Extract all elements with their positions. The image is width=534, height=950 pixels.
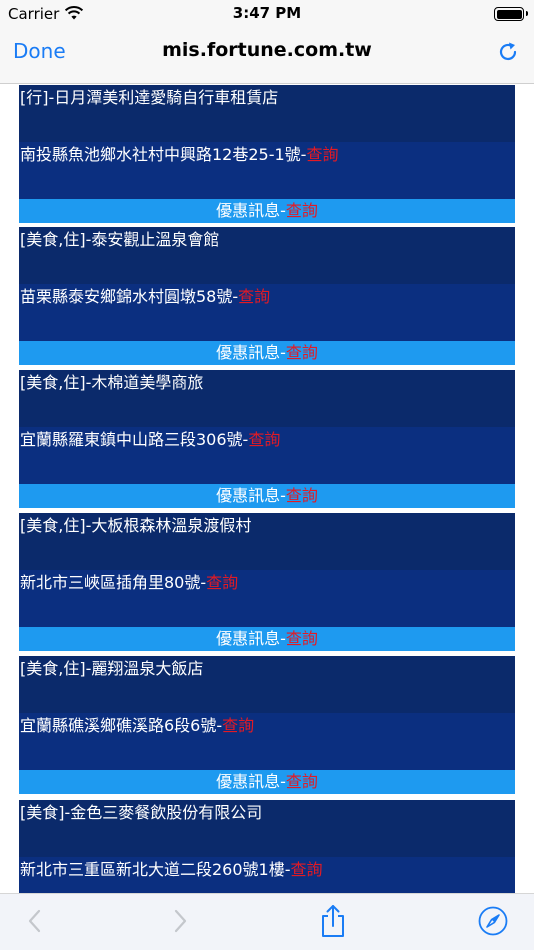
status-bar: Carrier 3:47 PM [0,0,534,28]
promo-query-link[interactable]: 查詢 [286,772,318,791]
listing-address: 宜蘭縣礁溪鄉礁溪路6段6號-查詢 [19,713,515,770]
browser-toolbar [0,893,534,950]
promo-query-link[interactable]: 查詢 [286,201,318,220]
listing-address: 宜蘭縣羅東鎮中山路三段306號-查詢 [19,427,515,484]
listing-address: 新北市三峽區插角里80號-查詢 [19,570,515,627]
address-query-link[interactable]: 查詢 [222,716,254,735]
chevron-left-icon[interactable] [20,906,50,936]
listing-address: 南投縣魚池鄉水社村中興路12巷25-1號-查詢 [19,142,515,199]
share-icon[interactable] [318,904,348,938]
address-query-link[interactable]: 查詢 [238,287,270,306]
listing-address: 苗栗縣泰安鄉錦水村圓墩58號-查詢 [19,284,515,341]
promo-row: 優惠訊息-查詢 [19,627,515,653]
battery-icon [494,7,528,21]
listing-item: [行]-日月潭美利達愛騎自行車租賃店 南投縣魚池鄉水社村中興路12巷25-1號-… [19,85,515,225]
listing-item: [美食,住]-麗翔溫泉大飯店 宜蘭縣礁溪鄉礁溪路6段6號-查詢 優惠訊息-查詢 [19,656,515,796]
compass-icon[interactable] [478,906,508,936]
web-content[interactable]: [行]-日月潭美利達愛騎自行車租賃店 南投縣魚池鄉水社村中興路12巷25-1號-… [0,85,534,893]
browser-nav-bar: Done mis.fortune.com.tw [0,28,534,84]
listing-item: [美食,住]-泰安觀止溫泉會館 苗栗縣泰安鄉錦水村圓墩58號-查詢 優惠訊息-查… [19,227,515,367]
address-query-link[interactable]: 查詢 [306,145,338,164]
listing-item: [美食,住]-木棉道美學商旅 宜蘭縣羅東鎮中山路三段306號-查詢 優惠訊息-查… [19,370,515,510]
url-title: mis.fortune.com.tw [162,39,372,61]
clock: 3:47 PM [232,4,302,22]
listing-name: [美食,住]-木棉道美學商旅 [19,370,515,427]
listing-name: [美食,住]-麗翔溫泉大飯店 [19,656,515,713]
promo-query-link[interactable]: 查詢 [286,343,318,362]
promo-row: 優惠訊息-查詢 [19,770,515,796]
listing-name: [美食,住]-大板根森林溫泉渡假村 [19,513,515,570]
promo-query-link[interactable]: 查詢 [286,486,318,505]
promo-row: 優惠訊息-查詢 [19,341,515,367]
listing-name: [美食,住]-泰安觀止溫泉會館 [19,227,515,284]
address-query-link[interactable]: 查詢 [248,430,280,449]
listing-item: [美食,住]-大板根森林溫泉渡假村 新北市三峽區插角里80號-查詢 優惠訊息-查… [19,513,515,653]
listing-name: [行]-日月潭美利達愛騎自行車租賃店 [19,85,515,142]
reload-icon[interactable] [496,40,520,64]
address-query-link[interactable]: 查詢 [291,860,323,879]
address-query-link[interactable]: 查詢 [206,573,238,592]
promo-row: 優惠訊息-查詢 [19,199,515,225]
listing-item: [美食]-金色三麥餐飲股份有限公司 新北市三重區新北大道二段260號1樓-查詢 [19,800,515,893]
promo-row: 優惠訊息-查詢 [19,484,515,510]
listing-name: [美食]-金色三麥餐飲股份有限公司 [19,800,515,857]
chevron-right-icon[interactable] [165,906,195,936]
promo-query-link[interactable]: 查詢 [286,629,318,648]
listing-address: 新北市三重區新北大道二段260號1樓-查詢 [19,857,515,893]
